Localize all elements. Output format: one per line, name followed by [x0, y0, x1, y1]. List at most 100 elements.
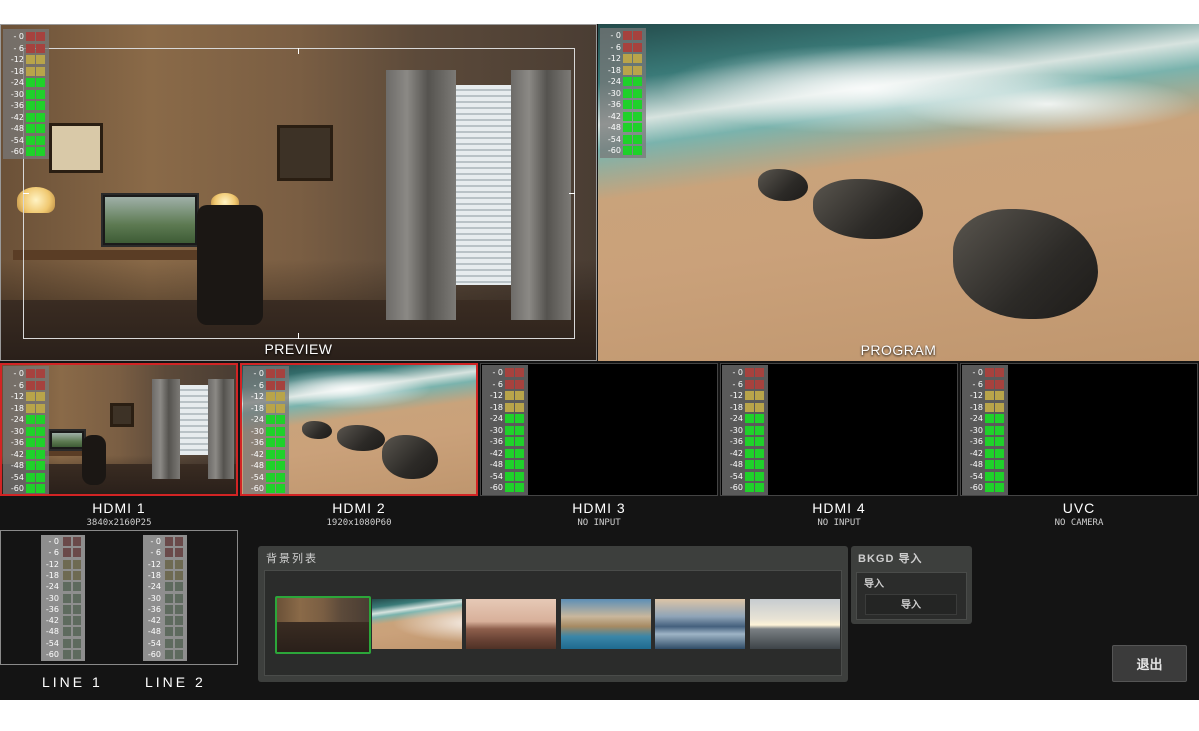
source-audio-meter: - 0 - 6 -12 -18 -24 -30 -36 -42 -48 -54 -60: [243, 366, 289, 494]
meter-scale-label: - 0: [48, 537, 59, 546]
meter-row: -24: [600, 76, 646, 87]
meter-segment: [36, 55, 45, 64]
exit-button[interactable]: 退出: [1112, 645, 1187, 682]
meter-segment: [745, 402, 754, 412]
background-thumbnail-harbor[interactable]: [655, 599, 745, 649]
line-2-label: LINE 2: [145, 674, 206, 690]
meter-segment: [63, 638, 71, 648]
meter-scale-label: -60: [147, 650, 161, 659]
meter-row: -48: [3, 123, 49, 134]
meter-row: -30: [482, 425, 528, 436]
meter-scale-label: -36: [250, 438, 264, 447]
meter-segment: [175, 616, 183, 626]
source-tile-2[interactable]: - 0 - 6 -12 -18 -24 -30 -36 -42 -48 -54 -60: [240, 363, 478, 496]
meter-segment: [755, 460, 764, 469]
meter-segment: [266, 369, 275, 378]
meter-segment: [63, 650, 71, 659]
meter-scale-label: -30: [969, 425, 983, 435]
meter-segment: [745, 379, 754, 389]
meter-scale-label: -36: [10, 101, 24, 110]
meter-segment: [515, 414, 524, 423]
meter-segment: [36, 78, 45, 87]
meter-segment: [26, 369, 35, 378]
meter-segment: [175, 570, 183, 580]
meter-segment: [755, 368, 764, 377]
source-audio-meter: - 0 - 6 -12 -18 -24 -30 -36 -42 -48 -54 -60: [482, 365, 528, 495]
meter-scale-label: -12: [607, 54, 621, 63]
meter-scale-label: -12: [10, 392, 24, 401]
line-1-label: LINE 1: [42, 674, 103, 690]
preview-monitor[interactable]: - 0 - 6 -12 -18 -24 -30 -36 -42 -48 -54 -60 PREVIE…: [0, 24, 597, 361]
meter-segment: [26, 66, 35, 76]
meter-segment: [26, 147, 35, 156]
preview-audio-meter: - 0 - 6 -12 -18 -24 -30 -36 -42 -48 -54 -60: [3, 29, 49, 159]
meter-row: - 0: [41, 536, 85, 547]
meter-row: -48: [3, 460, 49, 471]
meter-segment: [73, 627, 81, 637]
program-monitor[interactable]: - 0 - 6 -12 -18 -24 -30 -36 -42 -48 -54 -60 PROGRA…: [598, 24, 1199, 361]
meter-segment: [26, 43, 35, 53]
meter-segment: [26, 484, 35, 493]
meter-segment: [175, 593, 183, 603]
meter-scale-label: -18: [969, 402, 983, 412]
meter-segment: [73, 548, 81, 558]
meter-scale-label: - 6: [150, 548, 161, 558]
meter-segment: [633, 88, 642, 98]
meter-scale-label: -54: [969, 471, 983, 481]
safe-area-tick: [569, 193, 575, 194]
meter-row: -12: [3, 391, 49, 402]
source-tile-4[interactable]: - 0 - 6 -12 -18 -24 -30 -36 -42 -48 -54 -60: [720, 363, 958, 496]
meter-segment: [63, 537, 71, 546]
meter-row: -30: [3, 426, 49, 437]
meter-row: -42: [41, 615, 85, 626]
meter-segment: [266, 426, 275, 436]
meter-segment: [633, 146, 642, 155]
meter-segment: [73, 616, 81, 626]
meter-segment: [165, 604, 173, 614]
source-format: NO INPUT: [817, 518, 861, 528]
meter-segment: [36, 449, 45, 459]
meter-scale-label: -18: [250, 403, 264, 413]
meter-segment: [63, 627, 71, 637]
meter-row: - 6: [41, 547, 85, 558]
meter-segment: [515, 437, 524, 446]
background-thumbnail-cove[interactable]: [560, 599, 651, 649]
meter-segment: [995, 483, 1004, 492]
meter-row: -12: [243, 391, 289, 402]
background-thumbnail-bridge[interactable]: [749, 599, 840, 649]
meter-segment: [276, 415, 285, 424]
meter-row: -12: [600, 53, 646, 64]
meter-segment: [36, 66, 45, 76]
meter-scale-label: -24: [250, 415, 264, 424]
import-button[interactable]: 导入: [865, 594, 957, 615]
meter-segment: [505, 448, 514, 458]
meter-scale-label: -54: [250, 472, 264, 482]
meter-segment: [985, 425, 994, 435]
safe-area-tick: [23, 193, 29, 194]
meter-row: -54: [3, 472, 49, 483]
meter-row: - 0: [722, 367, 768, 378]
background-thumbnail-room[interactable]: [275, 596, 371, 654]
meter-row: -18: [482, 402, 528, 413]
meter-segment: [266, 484, 275, 493]
meter-scale-label: -42: [969, 448, 983, 458]
meter-segment: [73, 638, 81, 648]
meter-scale-label: -48: [607, 123, 621, 132]
bkgd-title: BKGD 导入: [858, 553, 923, 565]
source-tile-3[interactable]: - 0 - 6 -12 -18 -24 -30 -36 -42 -48 -54 -60: [480, 363, 718, 496]
background-thumbnail-desert[interactable]: [466, 599, 556, 649]
source-tile-5[interactable]: - 0 - 6 -12 -18 -24 -30 -36 -42 -48 -54 -60: [960, 363, 1198, 496]
meter-segment: [623, 111, 632, 121]
meter-scale-label: -60: [607, 146, 621, 155]
meter-row: -24: [143, 581, 187, 592]
meter-segment: [36, 369, 45, 378]
meter-scale-label: -36: [607, 100, 621, 109]
meter-segment: [995, 402, 1004, 412]
meter-row: - 0: [3, 368, 49, 379]
meter-row: -36: [41, 604, 85, 615]
background-thumbnail-beach[interactable]: [371, 599, 462, 649]
source-name: HDMI 1: [92, 500, 146, 516]
meter-segment: [73, 559, 81, 569]
meter-row: - 0: [3, 31, 49, 42]
source-tile-1[interactable]: - 0 - 6 -12 -18 -24 -30 -36 -42 -48 -54 -60: [0, 363, 238, 496]
